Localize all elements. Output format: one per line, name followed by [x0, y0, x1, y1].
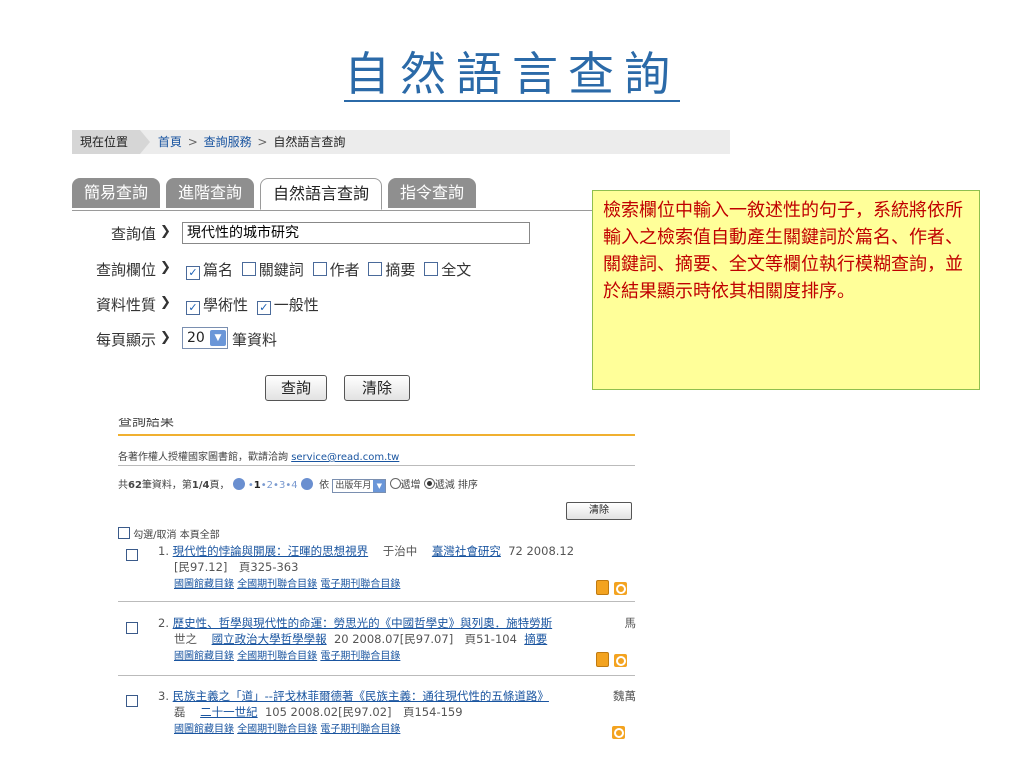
result-abstract-2[interactable]: 摘要 [524, 632, 547, 646]
chevron-right-icon: ❯ [160, 330, 171, 345]
breadcrumb-current: 自然語言查詢 [273, 135, 346, 149]
sort-asc-radio[interactable] [389, 478, 401, 489]
magnifier-icon[interactable] [614, 582, 628, 595]
result-item-3: 3. 民族主義之「道」--評戈林菲爾德著《民族主義：通往現代性的五條道路》 魏萬… [158, 689, 636, 735]
results-hr [118, 465, 635, 466]
result-divider [118, 675, 635, 676]
tab-advanced-search[interactable]: 進階查詢 [166, 178, 255, 208]
result-journal-1[interactable]: 臺灣社會研究 [432, 544, 501, 558]
magnifier-icon[interactable] [612, 726, 625, 739]
copyright-notice: 各著作權人授權國家圖書館，歡請洽詢 service@read.com.tw [118, 452, 400, 463]
clear-button[interactable]: 清除 [344, 375, 410, 401]
union-catalog-link-1[interactable]: 全國期刊聯合目錄 [237, 579, 317, 590]
query-label: 查詢值 [110, 225, 156, 243]
breadcrumb: 現在位置 首頁 > 查詢服務 > 自然語言查詢 [72, 130, 730, 154]
result-title-3[interactable]: 民族主義之「道」--評戈林菲爾德著《民族主義：通往現代性的五條道路》 [173, 689, 549, 703]
breadcrumb-service-link[interactable]: 查詢服務 [204, 135, 252, 149]
field-checkbox-title[interactable]: ✓ 篇名 [186, 261, 233, 280]
query-input[interactable]: 現代性的城市研究 [182, 222, 530, 244]
document-icon[interactable] [596, 652, 609, 667]
next-page-icon[interactable] [300, 478, 313, 490]
result-item-2: 2. 歷史性、哲學與現代性的命運：勞思光的《中國哲學史》與列奧．施特勞斯 馬 世… [158, 616, 636, 662]
breadcrumb-location-label: 現在位置 [72, 130, 151, 154]
catalog-link-3[interactable]: 國圖館藏目錄 [174, 724, 234, 735]
tab-natural-language-search[interactable]: 自然語言查詢 [260, 178, 383, 210]
field-checkbox-author[interactable]: 作者 [312, 261, 360, 279]
catalog-link-2[interactable]: 國圖館藏目錄 [174, 651, 234, 662]
sort-field-select[interactable]: 出版年月 ▼ [332, 479, 387, 493]
page-2[interactable]: 2 [267, 480, 273, 491]
magnifier-icon[interactable] [614, 654, 628, 667]
chevron-down-icon: ▼ [373, 480, 386, 492]
per-page-select[interactable]: 20 ▼ [182, 327, 228, 349]
union-catalog-link-2[interactable]: 全國期刊聯合目錄 [237, 651, 317, 662]
field-checkbox-abstract[interactable]: 摘要 [368, 261, 415, 279]
per-page-unit: 筆資料 [232, 331, 278, 349]
chevron-right-icon: ❯ [160, 295, 171, 310]
e-journal-link-2[interactable]: 電子期刊聯合目錄 [320, 651, 400, 662]
e-journal-link-1[interactable]: 電子期刊聯合目錄 [320, 579, 400, 590]
document-icon[interactable] [596, 580, 609, 595]
result-divider [118, 601, 635, 602]
select-all-checkbox [118, 527, 130, 539]
contact-email-link[interactable]: service@read.com.tw [291, 452, 399, 463]
search-tabs: 簡易查詢 進階查詢 自然語言查詢 指令查詢 [72, 178, 482, 210]
result-icons-1 [596, 580, 628, 599]
union-catalog-link-3[interactable]: 全國期刊聯合目錄 [237, 724, 317, 735]
type-checkbox-general[interactable]: ✓ 一般性 [256, 296, 319, 315]
search-button[interactable]: 查詢 [265, 375, 327, 401]
result-title-1[interactable]: 現代性的悖論與開展：汪暉的思想視界 [173, 544, 369, 558]
results-heading: 查詢結果 [118, 418, 174, 430]
field-checkbox-keyword[interactable]: 關鍵詞 [241, 261, 304, 279]
page-title: 自然語言查詢 [344, 47, 680, 101]
type-options: ✓ 學術性 ✓ 一般性 [186, 294, 319, 315]
type-checkbox-academic[interactable]: ✓ 學術性 [186, 296, 248, 315]
e-journal-link-3[interactable]: 電子期刊聯合目錄 [320, 724, 400, 735]
sort-desc-radio[interactable] [423, 478, 435, 489]
result-icons-3 [612, 724, 625, 743]
result-journal-3[interactable]: 二十一世紀 [200, 705, 258, 719]
field-label: 查詢欄位 [95, 261, 156, 279]
results-summary: 共62筆資料，第1/4頁， •1•2•3•4 依 出版年月 ▼ 遞增 遞減 排序 [118, 478, 478, 493]
tab-simple-search[interactable]: 簡易查詢 [72, 178, 161, 208]
chevron-down-icon: ▼ [210, 330, 226, 346]
breadcrumb-home-link[interactable]: 首頁 [158, 135, 182, 149]
result-checkbox-1[interactable] [126, 545, 138, 564]
prev-page-icon[interactable] [232, 478, 245, 490]
select-all-row[interactable]: 勾選/取消 本頁全部 [118, 526, 220, 541]
explanation-note: 檢索欄位中輸入一敘述性的句子，系統將依所輸入之檢索值自動產生關鍵詞於篇名、作者、… [592, 190, 980, 390]
result-journal-2[interactable]: 國立政治大學哲學學報 [212, 632, 327, 646]
tab-divider [72, 210, 592, 211]
result-icons-2 [596, 652, 628, 671]
result-title-2[interactable]: 歷史性、哲學與現代性的命運：勞思光的《中國哲學史》與列奧．施特勞斯 [173, 616, 553, 630]
result-checkbox-3[interactable] [126, 691, 138, 710]
result-checkbox-2[interactable] [126, 618, 138, 637]
chevron-right-icon: ❯ [160, 224, 171, 239]
results-clear-button[interactable]: 清除 [566, 502, 632, 520]
page-3[interactable]: 3 [279, 480, 285, 491]
chevron-right-icon: ❯ [160, 260, 171, 275]
catalog-link-1[interactable]: 國圖館藏目錄 [174, 579, 234, 590]
page-4[interactable]: 4 [291, 480, 297, 491]
results-divider [118, 434, 635, 436]
per-page-label: 每頁顯示 [95, 331, 156, 349]
field-options: ✓ 篇名 關鍵詞 作者 摘要 全文 [186, 259, 471, 280]
field-checkbox-fulltext[interactable]: 全文 [424, 261, 471, 279]
result-item-1: 1. 現代性的悖論與開展：汪暉的思想視界 于治中 臺灣社會研究 72 2008.… [158, 544, 575, 590]
type-label: 資料性質 [95, 296, 156, 314]
tab-command-search[interactable]: 指令查詢 [388, 178, 477, 208]
page-1[interactable]: 1 [254, 480, 261, 491]
